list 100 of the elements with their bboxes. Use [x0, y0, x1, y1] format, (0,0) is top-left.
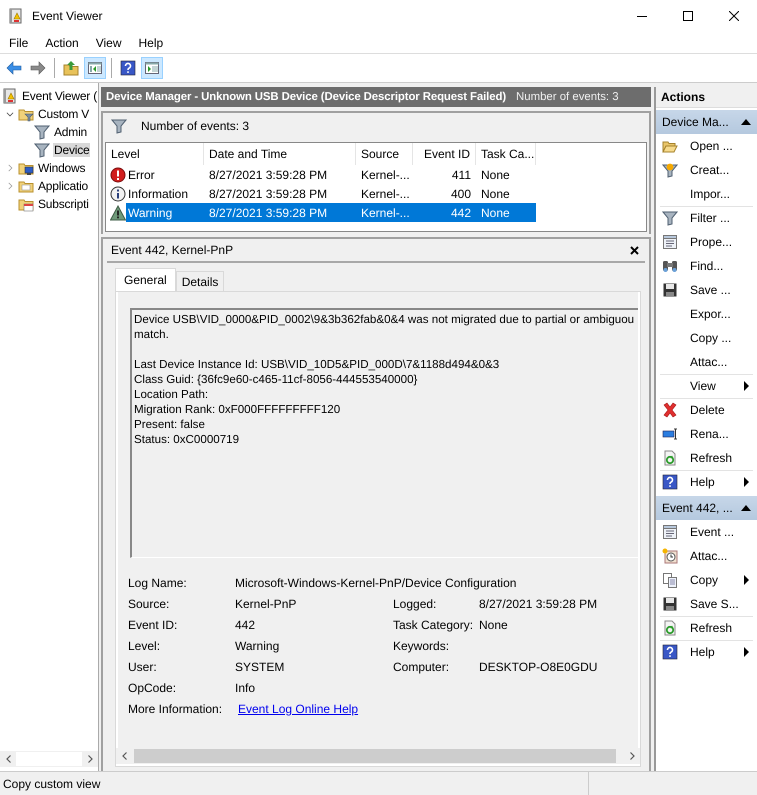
close-icon[interactable]	[630, 246, 639, 254]
task-link[interactable]: Expor...	[656, 302, 757, 326]
tree-item[interactable]: Device	[53, 143, 90, 157]
window-title: Event Viewer	[32, 9, 102, 23]
column-header[interactable]: Task Ca...	[476, 143, 536, 165]
help-icon	[662, 644, 678, 660]
task-link[interactable]: Impor...	[656, 182, 757, 206]
task-link[interactable]: Prope...	[656, 230, 757, 254]
message-line: match.	[134, 328, 170, 343]
field-label: Event ID:	[128, 618, 178, 633]
help-icon	[662, 474, 678, 490]
refresh-icon	[662, 450, 678, 466]
field-label: More Information:	[128, 702, 224, 717]
table-cell: Warning	[126, 203, 204, 222]
submenu-arrow-icon	[744, 477, 749, 487]
field-label: Logged:	[393, 597, 438, 612]
table-cell-text: 8/27/2021 3:59:28 PM	[208, 206, 328, 220]
help-link[interactable]: Event Log Online Help	[238, 702, 358, 716]
task-link[interactable]: Rena...	[656, 422, 757, 446]
funnel-icon	[34, 142, 50, 158]
tab[interactable]: General	[115, 268, 176, 291]
column-header[interactable]: Level	[106, 143, 204, 165]
tree-item[interactable]: Admin	[53, 125, 88, 139]
field-value: DESKTOP-O8E0GDU	[479, 660, 598, 675]
copy-icon	[662, 572, 678, 588]
collapse-icon[interactable]	[741, 119, 751, 125]
menu-item[interactable]: View	[86, 36, 130, 50]
table-cell-text: 8/27/2021 3:59:28 PM	[208, 168, 328, 182]
pane-icon	[87, 60, 103, 76]
app-icon	[8, 8, 24, 24]
field-label: Computer:	[393, 660, 450, 675]
column-header[interactable]: Source	[356, 143, 413, 165]
actions-title: Actions	[656, 87, 757, 108]
warning-icon	[110, 204, 126, 220]
task-link[interactable]: Copy	[656, 568, 757, 592]
table-row[interactable]: 8/27/2021 3:59:28 PM Kernel-... 400 None	[204, 184, 536, 203]
detail-title: Event 442, Kernel-PnP	[111, 243, 234, 257]
message-line: Status: 0xC0000719	[134, 433, 240, 448]
message-line: Class Guid: {36fc9e60-c465-11cf-8056-444553540000}	[134, 373, 418, 388]
table-cell-text: None	[480, 186, 511, 200]
tree-item[interactable]: Event Viewer (	[21, 89, 98, 103]
field-label: Keywords:	[393, 639, 450, 654]
rename-icon	[662, 426, 678, 442]
status-text: Copy custom view	[0, 772, 589, 795]
funnel-icon	[662, 210, 678, 226]
tree-item[interactable]: Subscripti	[37, 197, 90, 211]
table-cell-text: Kernel-...	[360, 206, 411, 220]
menu-item[interactable]: Help	[130, 36, 172, 50]
toolbar-button[interactable]	[141, 57, 163, 79]
scroll-right-icon[interactable]	[630, 752, 634, 760]
table-cell-text: Information	[127, 186, 190, 202]
tree-item[interactable]: Custom V	[37, 107, 90, 121]
scroll-right-icon[interactable]	[88, 755, 92, 763]
task-link[interactable]: Copy ...	[656, 326, 757, 350]
column-header[interactable]: Date and Time	[204, 143, 356, 165]
task-link[interactable]: Open ...	[656, 134, 757, 158]
field-value: Warning	[235, 639, 280, 654]
submenu-arrow-icon	[744, 647, 749, 657]
information-icon	[110, 186, 126, 202]
pane-icon	[144, 60, 160, 76]
folder-up-icon	[63, 60, 79, 76]
task-link[interactable]: Event ...	[656, 520, 757, 544]
tree-item[interactable]: Windows	[37, 161, 86, 175]
tree-item[interactable]: Applicatio	[37, 179, 90, 193]
funnel-icon	[34, 124, 50, 140]
close-icon	[729, 11, 739, 21]
task-link[interactable]: Find...	[656, 254, 757, 278]
menu-item[interactable]: Action	[36, 36, 87, 50]
event-count: Number of events: 3	[516, 91, 619, 103]
table-cell-text: Kernel-...	[360, 186, 411, 200]
column-header[interactable]: Event ID	[413, 143, 476, 165]
task-link[interactable]: Save S...	[656, 592, 757, 616]
table-row[interactable]: 8/27/2021 3:59:28 PM Kernel-... 442 None	[204, 203, 536, 222]
collapse-icon[interactable]	[741, 505, 751, 511]
table-row[interactable]: 8/27/2021 3:59:28 PM Kernel-... 411 None	[204, 165, 536, 184]
tab[interactable]: Details	[176, 271, 224, 291]
table-cell-text: 442	[450, 206, 472, 220]
scroll-left-icon[interactable]	[6, 755, 10, 763]
table-cell-text: 8/27/2021 3:59:28 PM	[208, 186, 328, 200]
field-value: SYSTEM	[235, 660, 286, 675]
funnel-icon	[111, 118, 127, 134]
scroll-left-icon[interactable]	[122, 752, 126, 760]
task-link[interactable]: Save ...	[656, 278, 757, 302]
task-link[interactable]: Creat...	[656, 158, 757, 182]
field-value: None	[479, 618, 509, 633]
message-line: Migration Rank: 0xF000FFFFFFFFF120	[134, 403, 342, 418]
clock-icon	[662, 548, 678, 564]
toolbar-button[interactable]	[84, 57, 106, 79]
task-link[interactable]: Attac...	[656, 350, 757, 374]
menu-item[interactable]: File	[0, 36, 36, 50]
field-value: 442	[235, 618, 256, 633]
field-label: User:	[128, 660, 158, 675]
task-link[interactable]: Refresh	[656, 446, 757, 470]
table-cell-text: Kernel-...	[360, 168, 411, 182]
field-label: Log Name:	[128, 576, 188, 591]
table-cell-text: 400	[450, 186, 472, 200]
filter-count: Number of events: 3	[141, 119, 250, 133]
scrollbar-thumb[interactable]	[134, 749, 616, 763]
task-link[interactable]: Attac...	[656, 544, 757, 568]
field-value: Kernel-PnP	[235, 597, 298, 612]
